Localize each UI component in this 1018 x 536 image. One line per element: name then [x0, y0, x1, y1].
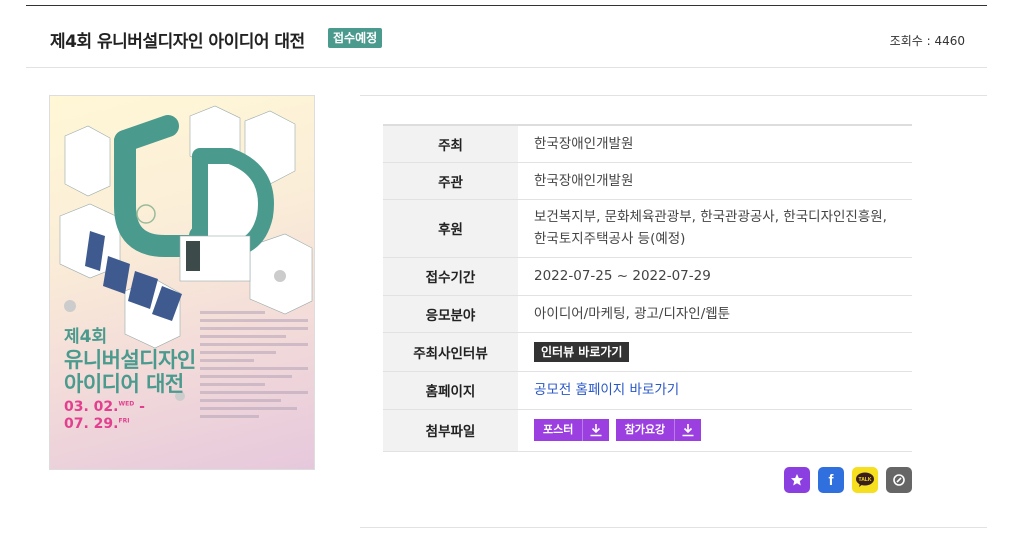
content-divider-top	[360, 95, 987, 96]
info-value: 한국장애인개발원	[518, 125, 912, 163]
info-label: 후원	[383, 199, 518, 258]
poster-dates: 03. 02.WED - 07. 29.FRI	[64, 399, 145, 433]
info-row-category: 응모분야 아이디어/마케팅, 광고/디자인/웹툰	[383, 295, 912, 333]
info-row-sponsor: 후원 보건복지부, 문화체육관광부, 한국관광공사, 한국디자인진흥원, 한국토…	[383, 199, 912, 258]
download-icon[interactable]	[582, 419, 609, 441]
poster-title-line3: 아이디어 대전	[64, 371, 184, 396]
info-label: 첨부파일	[383, 409, 518, 452]
sponsor-line-2: 한국토지주택공사 등(예정)	[534, 231, 686, 247]
view-count: 조회수 : 4460	[889, 34, 965, 48]
guideline-file-button[interactable]: 참가요강	[615, 419, 702, 441]
info-value: 2022-07-25 ~ 2022-07-29	[518, 257, 912, 296]
poster-date-start: 03. 02.	[64, 399, 119, 415]
poster-date-end-day: FRI	[118, 417, 130, 425]
interview-button[interactable]: 인터뷰 바로가기	[534, 341, 630, 362]
info-row-attachments: 첨부파일 포스터 참가요강	[383, 409, 912, 452]
info-row-interview: 주최사인터뷰 인터뷰 바로가기	[383, 332, 912, 372]
star-icon[interactable]	[784, 467, 810, 493]
info-label: 홈페이지	[383, 371, 518, 410]
page-title: 제4회 유니버설디자인 아이디어 대전	[50, 32, 305, 52]
kakaotalk-icon[interactable]: TALK	[852, 467, 878, 493]
status-badge: 접수예정	[328, 28, 383, 48]
guideline-file-label: 참가요강	[624, 423, 666, 436]
info-row-host: 주최 한국장애인개발원	[383, 125, 912, 163]
poster-date-start-day: WED	[118, 400, 135, 408]
homepage-link[interactable]: 공모전 홈페이지 바로가기	[534, 382, 679, 398]
kakaotalk-label: TALK	[859, 477, 872, 483]
poster-date-end: 07. 29.	[64, 415, 119, 432]
facebook-icon[interactable]: f	[818, 467, 844, 493]
poster-date-sep: -	[139, 399, 145, 415]
info-label: 주관	[383, 162, 518, 200]
page-header: 제4회 유니버설디자인 아이디어 대전 접수예정 조회수 : 4460	[26, 6, 987, 68]
poster-fine-print	[200, 306, 308, 461]
poster-file-button[interactable]: 포스터	[534, 419, 610, 441]
poster-title-line1: 제4회	[64, 327, 108, 347]
download-icon[interactable]	[674, 419, 701, 441]
info-value: 공모전 홈페이지 바로가기	[518, 371, 912, 410]
info-label: 주최	[383, 125, 518, 163]
info-label: 접수기간	[383, 257, 518, 296]
content-divider-bottom	[360, 527, 987, 528]
info-value: 보건복지부, 문화체육관광부, 한국관광공사, 한국디자인진흥원, 한국토지주택…	[518, 199, 912, 258]
sponsor-line-1: 보건복지부, 문화체육관광부, 한국관광공사, 한국디자인진흥원,	[534, 209, 887, 225]
info-value: 포스터 참가요강	[518, 409, 912, 452]
info-value: 인터뷰 바로가기	[518, 332, 912, 372]
info-value: 한국장애인개발원	[518, 162, 912, 200]
poster-title-line2: 유니버설디자인	[64, 347, 196, 372]
contest-info-table: 주최 한국장애인개발원 주관 한국장애인개발원 후원 보건복지부, 문화체육관광…	[383, 124, 912, 452]
poster-file-label: 포스터	[543, 423, 574, 436]
info-row-period: 접수기간 2022-07-25 ~ 2022-07-29	[383, 257, 912, 296]
info-row-homepage: 홈페이지 공모전 홈페이지 바로가기	[383, 371, 912, 410]
info-value: 아이디어/마케팅, 광고/디자인/웹툰	[518, 295, 912, 333]
info-row-organizer: 주관 한국장애인개발원	[383, 162, 912, 200]
info-label: 응모분야	[383, 295, 518, 333]
contest-poster-image[interactable]: 제4회 유니버설디자인 아이디어 대전 03. 02.WED - 07. 29.…	[49, 95, 315, 470]
info-label: 주최사인터뷰	[383, 332, 518, 372]
poster-title: 제4회 유니버설디자인 아이디어 대전	[64, 327, 196, 396]
link-icon[interactable]	[886, 467, 912, 493]
